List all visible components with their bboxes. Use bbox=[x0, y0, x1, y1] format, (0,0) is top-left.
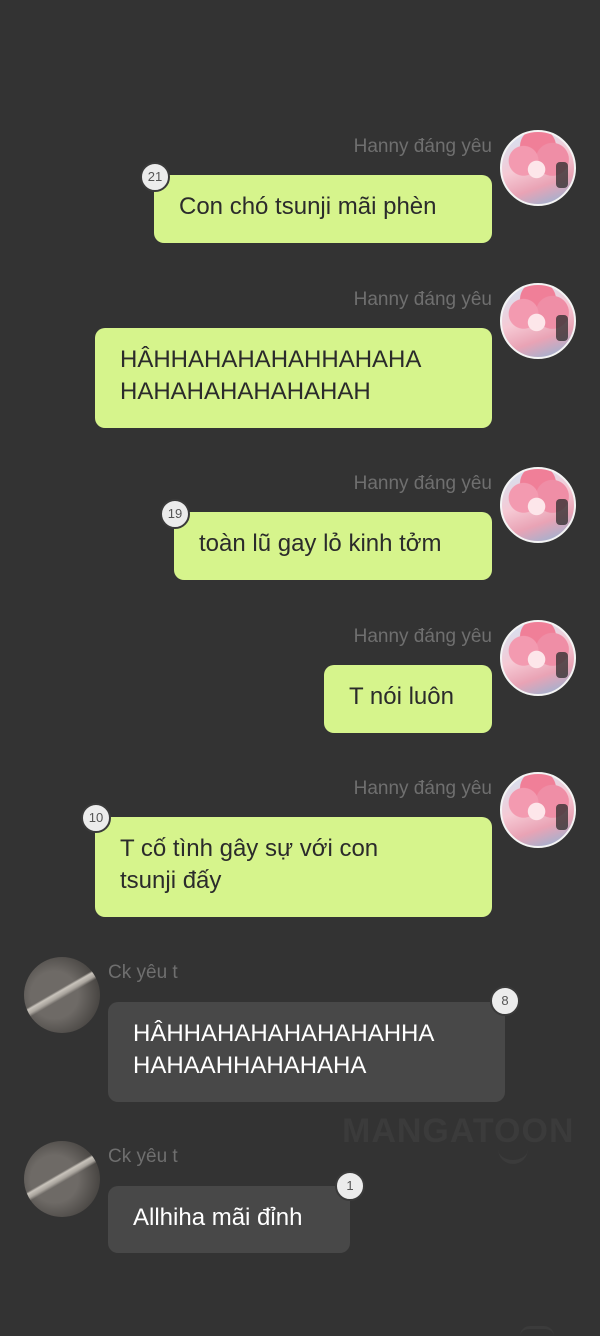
reaction-count-badge[interactable]: 8 bbox=[490, 986, 520, 1016]
message-text: T nói luôn bbox=[349, 683, 454, 710]
message-bubble[interactable]: Con chó tsunji mãi phèn bbox=[154, 175, 492, 243]
avatar[interactable] bbox=[24, 957, 100, 1033]
message-text: toàn lũ gay lỏ kinh tởm bbox=[199, 530, 442, 557]
message-sender-name: Hanny đáng yêu bbox=[353, 136, 492, 157]
avatar[interactable] bbox=[24, 1141, 100, 1217]
message-text-line: HÂHHAHAHAHAHHAHAHA bbox=[120, 346, 422, 373]
message-text: Con chó tsunji mãi phèn bbox=[179, 193, 437, 220]
avatar[interactable] bbox=[500, 283, 576, 359]
message-bubble[interactable]: T cố tình gây sự với con tsunji đấy bbox=[95, 817, 492, 917]
message-bubble[interactable]: toàn lũ gay lỏ kinh tởm bbox=[174, 512, 492, 580]
message-sender-name: Hanny đáng yêu bbox=[353, 473, 492, 494]
watermark-fragment-icon bbox=[520, 1326, 554, 1336]
reaction-count-badge[interactable]: 21 bbox=[140, 162, 170, 192]
message-sender-name: Hanny đáng yêu bbox=[353, 778, 492, 799]
message-sender-name: Hanny đáng yêu bbox=[353, 626, 492, 647]
message-text-line: HÂHHAHAHAHAHAHAHHA bbox=[133, 1020, 435, 1047]
reaction-count-badge[interactable]: 1 bbox=[335, 1171, 365, 1201]
message-bubble[interactable]: Allhiha mãi đỉnh bbox=[108, 1186, 350, 1253]
message-text: Allhiha mãi đỉnh bbox=[133, 1204, 303, 1231]
avatar[interactable] bbox=[500, 772, 576, 848]
message-sender-name: Ck yêu t bbox=[108, 962, 178, 983]
avatar[interactable] bbox=[500, 620, 576, 696]
message-text-line: HAHAHAHAHAHAHAH bbox=[120, 378, 371, 405]
message-sender-name: Ck yêu t bbox=[108, 1146, 178, 1167]
message-sender-name: Hanny đáng yêu bbox=[353, 289, 492, 310]
reaction-count-badge[interactable]: 10 bbox=[81, 803, 111, 833]
watermark-logo: MANGATOON bbox=[342, 1112, 575, 1150]
message-text-line: tsunji đấy bbox=[120, 867, 222, 894]
message-bubble[interactable]: HÂHHAHAHAHAHHAHAHA HAHAHAHAHAHAHAH bbox=[95, 328, 492, 428]
message-bubble[interactable]: HÂHHAHAHAHAHAHAHHA HAHAAHHAHAHAHA bbox=[108, 1002, 505, 1102]
reaction-count-badge[interactable]: 19 bbox=[160, 499, 190, 529]
message-bubble[interactable]: T nói luôn bbox=[324, 665, 492, 733]
message-text-line: HAHAAHHAHAHAHA bbox=[133, 1052, 367, 1079]
message-text-line: T cố tình gây sự với con bbox=[120, 835, 379, 862]
avatar[interactable] bbox=[500, 130, 576, 206]
avatar[interactable] bbox=[500, 467, 576, 543]
watermark-smile-icon bbox=[498, 1146, 528, 1164]
